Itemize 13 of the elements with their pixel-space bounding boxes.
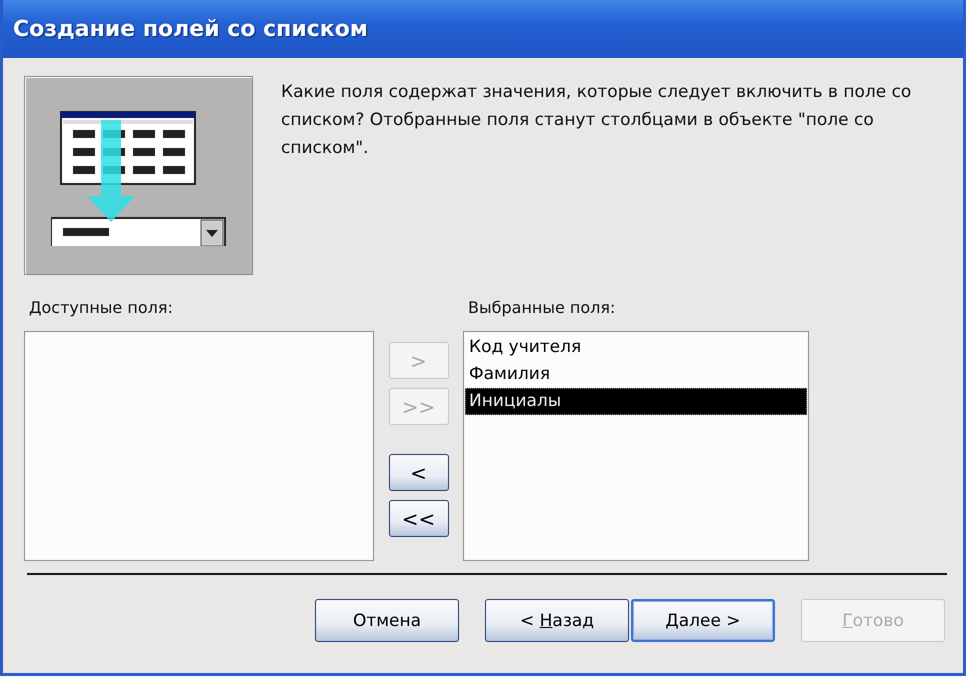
dialog-button[interactable]: Отмена xyxy=(315,599,459,642)
move-button[interactable]: < xyxy=(388,454,448,491)
available-fields-list[interactable] xyxy=(24,331,374,561)
selected-fields-label: Выбранные поля: xyxy=(467,297,616,319)
window-title: Создание полей со списком xyxy=(13,16,368,42)
list-item[interactable]: Фамилия xyxy=(465,361,807,388)
dialog-button[interactable]: Далее > xyxy=(631,599,775,642)
instruction-text: Какие поля содержат значения, которые следует включить в поле со списком? Отобранные поля станут столбцами в объекте "поле со списком". xyxy=(281,81,912,160)
list-item[interactable]: Инициалы xyxy=(465,388,807,415)
move-button[interactable]: << xyxy=(388,500,448,537)
list-item[interactable]: Код учителя xyxy=(465,334,807,361)
dialog-button[interactable]: < Назад xyxy=(485,599,629,642)
available-fields-label: Доступные поля: xyxy=(28,297,174,319)
